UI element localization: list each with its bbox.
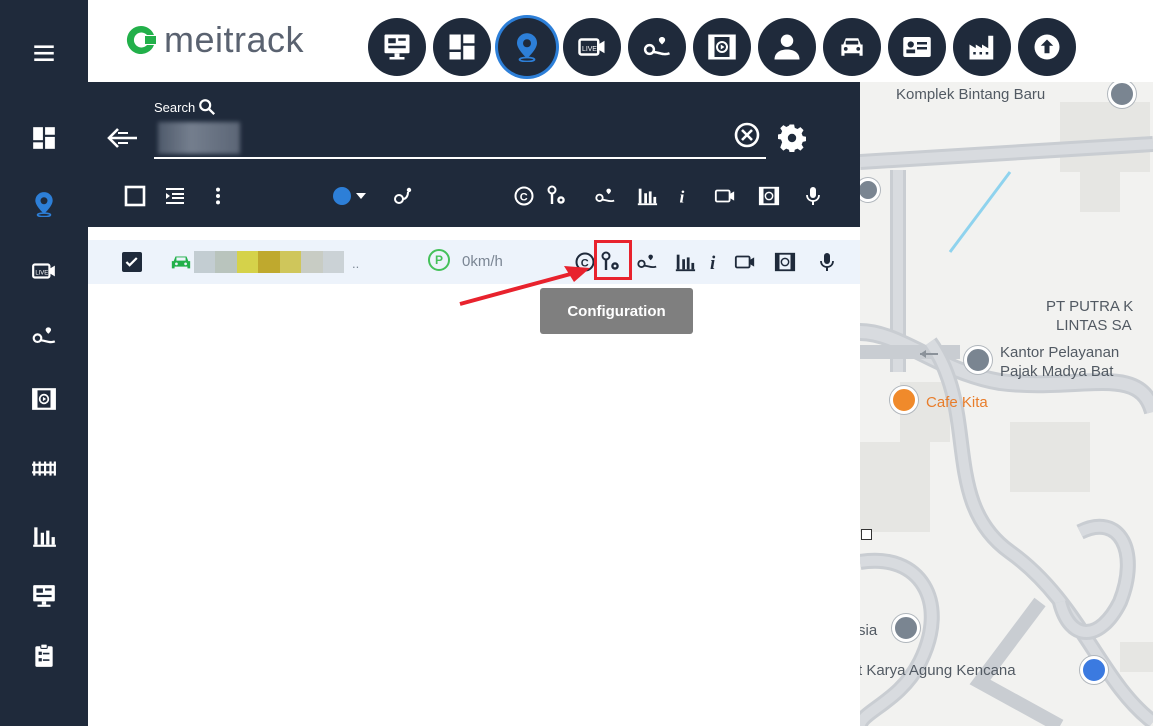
playback-route-icon[interactable]	[26, 318, 62, 354]
nav-dashboard-button[interactable]	[433, 18, 491, 76]
nav-driver-card-button[interactable]	[888, 18, 946, 76]
select-all-checkbox[interactable]	[122, 182, 148, 210]
list-sort-icon[interactable]	[162, 182, 188, 210]
list-toolbar: C i	[88, 178, 860, 214]
location-pin-icon	[517, 33, 537, 62]
settings-gear-icon[interactable]	[777, 124, 807, 154]
map-label-kantor-2: Pajak Madya Bat	[1000, 363, 1114, 380]
configuration-icon[interactable]	[544, 182, 570, 210]
playback-route-icon	[643, 37, 670, 56]
command-c-icon[interactable]: C	[512, 182, 536, 210]
map-label-cafe: Cafe Kita	[926, 394, 988, 411]
map-label-sia: sia	[860, 622, 878, 639]
report-chart-icon[interactable]	[672, 249, 698, 275]
search-underline	[154, 157, 766, 159]
video-playback-icon[interactable]	[756, 182, 782, 210]
nav-video-playback-button[interactable]	[693, 18, 751, 76]
svg-text:i: i	[710, 253, 716, 273]
location-pin-icon[interactable]	[26, 186, 62, 222]
back-arrow-icon[interactable]	[106, 124, 140, 152]
task-clipboard-icon[interactable]	[26, 638, 62, 674]
brand-logo[interactable]: meitrack	[124, 19, 305, 60]
status-filter-dropdown[interactable]	[330, 182, 374, 210]
live-video-icon[interactable]	[732, 249, 758, 275]
map-poi-pin-icon[interactable]	[964, 346, 992, 374]
cafe-pin-icon[interactable]	[890, 386, 918, 414]
clear-search-icon[interactable]	[732, 120, 762, 150]
route-filter-icon[interactable]	[390, 182, 416, 210]
dashboard-icon	[449, 34, 475, 60]
map-label-komplek: Komplek Bintang Baru	[896, 86, 1046, 103]
vehicle-name-ellipsis: ..	[352, 256, 360, 271]
vehicle-name-blurred	[194, 251, 344, 273]
live-video-icon[interactable]: LIVE	[26, 253, 62, 289]
brand-name: meitrack	[164, 19, 305, 60]
monitor-icon	[384, 34, 410, 60]
vehicle-row-checkbox[interactable]	[122, 252, 142, 272]
svg-text:LIVE: LIVE	[582, 46, 597, 53]
monitor-icon[interactable]	[26, 578, 62, 614]
map-label-kantor-1: Kantor Pelayanan	[1000, 344, 1120, 361]
nav-monitor-button[interactable]	[368, 18, 426, 76]
user-icon	[774, 34, 800, 60]
live-video-icon[interactable]	[712, 182, 738, 210]
menu-icon[interactable]	[26, 35, 62, 71]
report-chart-icon[interactable]	[26, 518, 62, 554]
svg-text:C: C	[520, 192, 528, 204]
id-card-icon	[903, 37, 931, 57]
playback-route-icon[interactable]	[590, 182, 620, 210]
report-chart-icon[interactable]	[634, 182, 660, 210]
nav-live-video-button[interactable]: LIVE	[563, 18, 621, 76]
parking-status-icon: P	[428, 249, 450, 271]
meitrack-logo-icon	[124, 23, 158, 57]
live-video-icon: LIVE	[578, 38, 605, 56]
car-status-icon	[170, 252, 192, 272]
map-view[interactable]: Komplek Bintang Baru PT PUTRA K LINTAS S…	[860, 82, 1153, 726]
info-icon[interactable]: i	[702, 249, 728, 275]
fence-icon[interactable]	[26, 450, 62, 486]
more-options-icon[interactable]	[208, 182, 228, 210]
dashboard-icon[interactable]	[26, 120, 62, 156]
info-icon[interactable]: i	[674, 182, 694, 210]
configuration-tooltip: Configuration	[540, 288, 693, 334]
map-small-marker	[861, 529, 872, 540]
factory-icon	[969, 35, 994, 60]
map-label-karya: t Karya Agung Kencana	[860, 662, 1016, 679]
lock-pin-icon[interactable]	[1080, 656, 1108, 684]
svg-text:LIVE: LIVE	[35, 270, 48, 276]
nav-vehicle-button[interactable]	[823, 18, 881, 76]
search-input[interactable]	[154, 124, 714, 154]
top-navigation: LIVE	[368, 18, 1076, 76]
microphone-icon[interactable]	[814, 249, 840, 275]
app-root: LIVE meitrack LIVE Search C i .. P 0km/h…	[0, 0, 1153, 726]
microphone-icon[interactable]	[802, 182, 824, 210]
map-label-pt-putra-1: PT PUTRA K	[1046, 298, 1134, 315]
car-icon	[841, 38, 863, 56]
nav-enterprise-button[interactable]	[953, 18, 1011, 76]
nav-user-button[interactable]	[758, 18, 816, 76]
search-icon	[199, 99, 216, 116]
map-label-pt-putra-2: LINTAS SA	[1056, 317, 1132, 334]
svg-text:i: i	[679, 187, 684, 206]
video-playback-icon	[708, 34, 736, 60]
top-header: meitrack LIVE	[88, 0, 1153, 82]
video-playback-icon[interactable]	[772, 249, 798, 275]
nav-tracking-button[interactable]	[498, 18, 556, 76]
left-sidebar: LIVE	[0, 0, 88, 726]
upload-icon	[1034, 34, 1060, 60]
nav-upload-button[interactable]	[1018, 18, 1076, 76]
map-poi-pin-icon[interactable]	[892, 614, 920, 642]
nav-playback-button[interactable]	[628, 18, 686, 76]
video-playback-icon[interactable]	[26, 381, 62, 417]
vehicle-panel-header: Search C i	[88, 82, 860, 227]
search-label: Search	[154, 98, 216, 116]
playback-route-icon[interactable]	[634, 249, 660, 275]
